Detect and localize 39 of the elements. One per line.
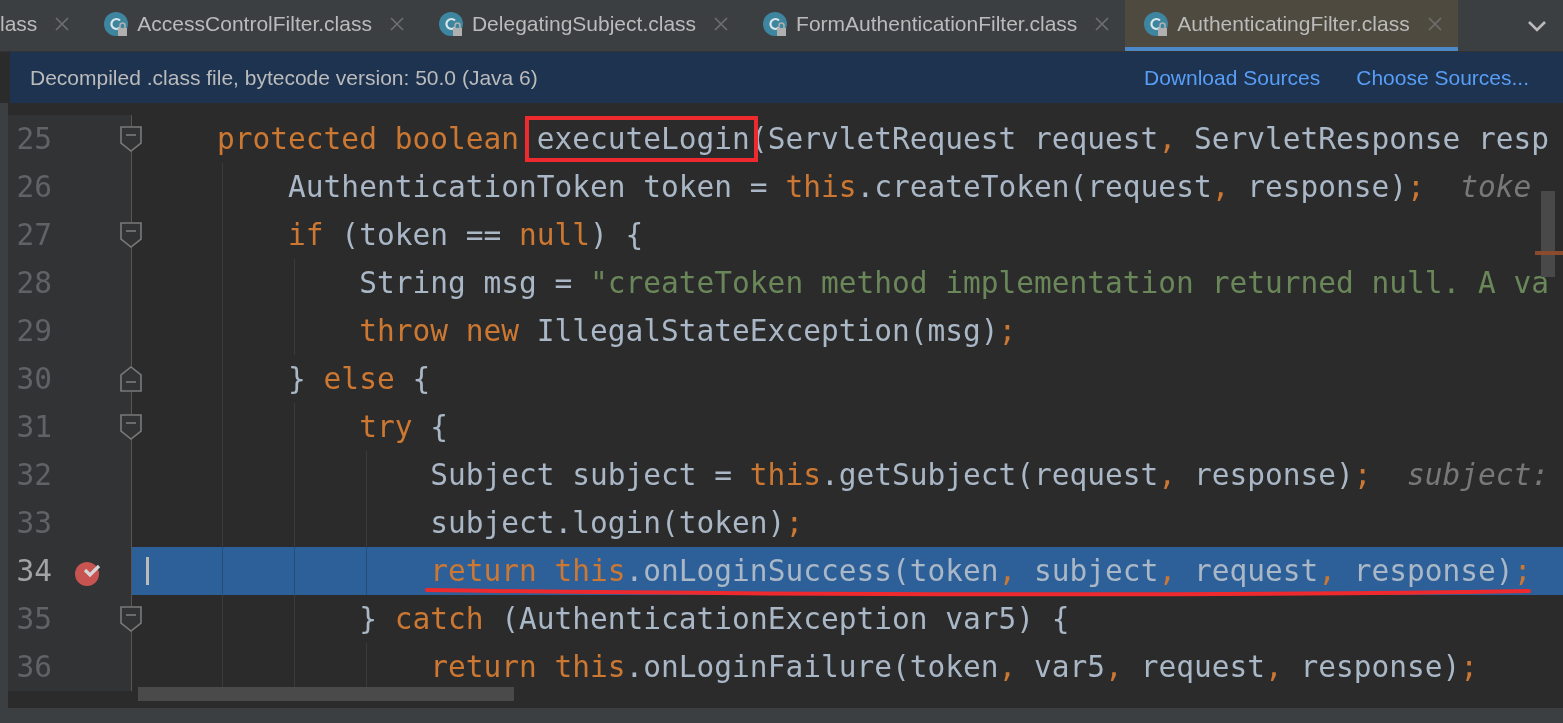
close-icon[interactable] (389, 16, 404, 31)
fold-icon[interactable] (119, 126, 143, 152)
code-line: AuthenticationToken token = this.createToken(request, response); toke (287, 170, 1532, 204)
code-line: } else { (287, 362, 431, 396)
code-line: return this.onLoginFailure(token, var5, request, response); (429, 650, 1479, 684)
code-line: Subject subject = this.getSubject(request, response); subject: (429, 458, 1550, 492)
code-line: protected boolean executeLogin(ServletRequest request, ServletResponse resp (216, 122, 1550, 156)
fold-icon[interactable] (119, 222, 143, 248)
editor-tab[interactable]: FormAuthenticationFilter.class (744, 0, 1126, 51)
code-line: if (token == null) { (287, 218, 644, 252)
error-stripe-mark (1535, 251, 1563, 255)
code-line: subject.login(token); (429, 506, 804, 540)
close-icon[interactable] (1095, 16, 1110, 31)
chevron-down-icon[interactable] (1527, 18, 1547, 33)
class-lock-icon (437, 10, 464, 37)
class-lock-icon (1143, 10, 1170, 37)
class-lock-icon (762, 10, 789, 37)
vertical-scrollbar[interactable] (1541, 191, 1555, 277)
editor-tab[interactable]: DelegatingSubject.class (419, 0, 745, 51)
editor-tab[interactable]: lass (0, 0, 86, 51)
info-link[interactable]: Download Sources (1143, 65, 1321, 90)
code-line: throw new IllegalStateException(msg); (358, 314, 1017, 348)
code-line: String msg = "createToken method implementation returned null. A va (358, 266, 1550, 300)
close-icon[interactable] (55, 16, 70, 31)
close-icon[interactable] (714, 16, 729, 31)
line-number: 34 (15, 554, 52, 588)
fold-end-icon[interactable] (119, 366, 143, 392)
editor-tab[interactable]: AccessControlFilter.class (85, 0, 420, 51)
editor-tab[interactable]: AuthenticatingFilter.class (1125, 0, 1458, 51)
code-line: return this.onLoginSuccess(token, subject, request, response); (429, 554, 1532, 588)
close-icon[interactable] (1427, 16, 1442, 31)
code-line: try { (358, 410, 448, 444)
info-link[interactable]: Choose Sources... (1356, 65, 1529, 90)
class-lock-icon (103, 10, 130, 37)
fold-icon[interactable] (119, 414, 143, 440)
horizontal-scrollbar[interactable] (138, 687, 514, 701)
fold-icon[interactable] (119, 606, 143, 632)
code-line: } catch (AuthenticationException var5) { (358, 602, 1070, 636)
info-message: Decompiled .class file, bytecode version: 50.0 (Java 6) (30, 65, 539, 90)
